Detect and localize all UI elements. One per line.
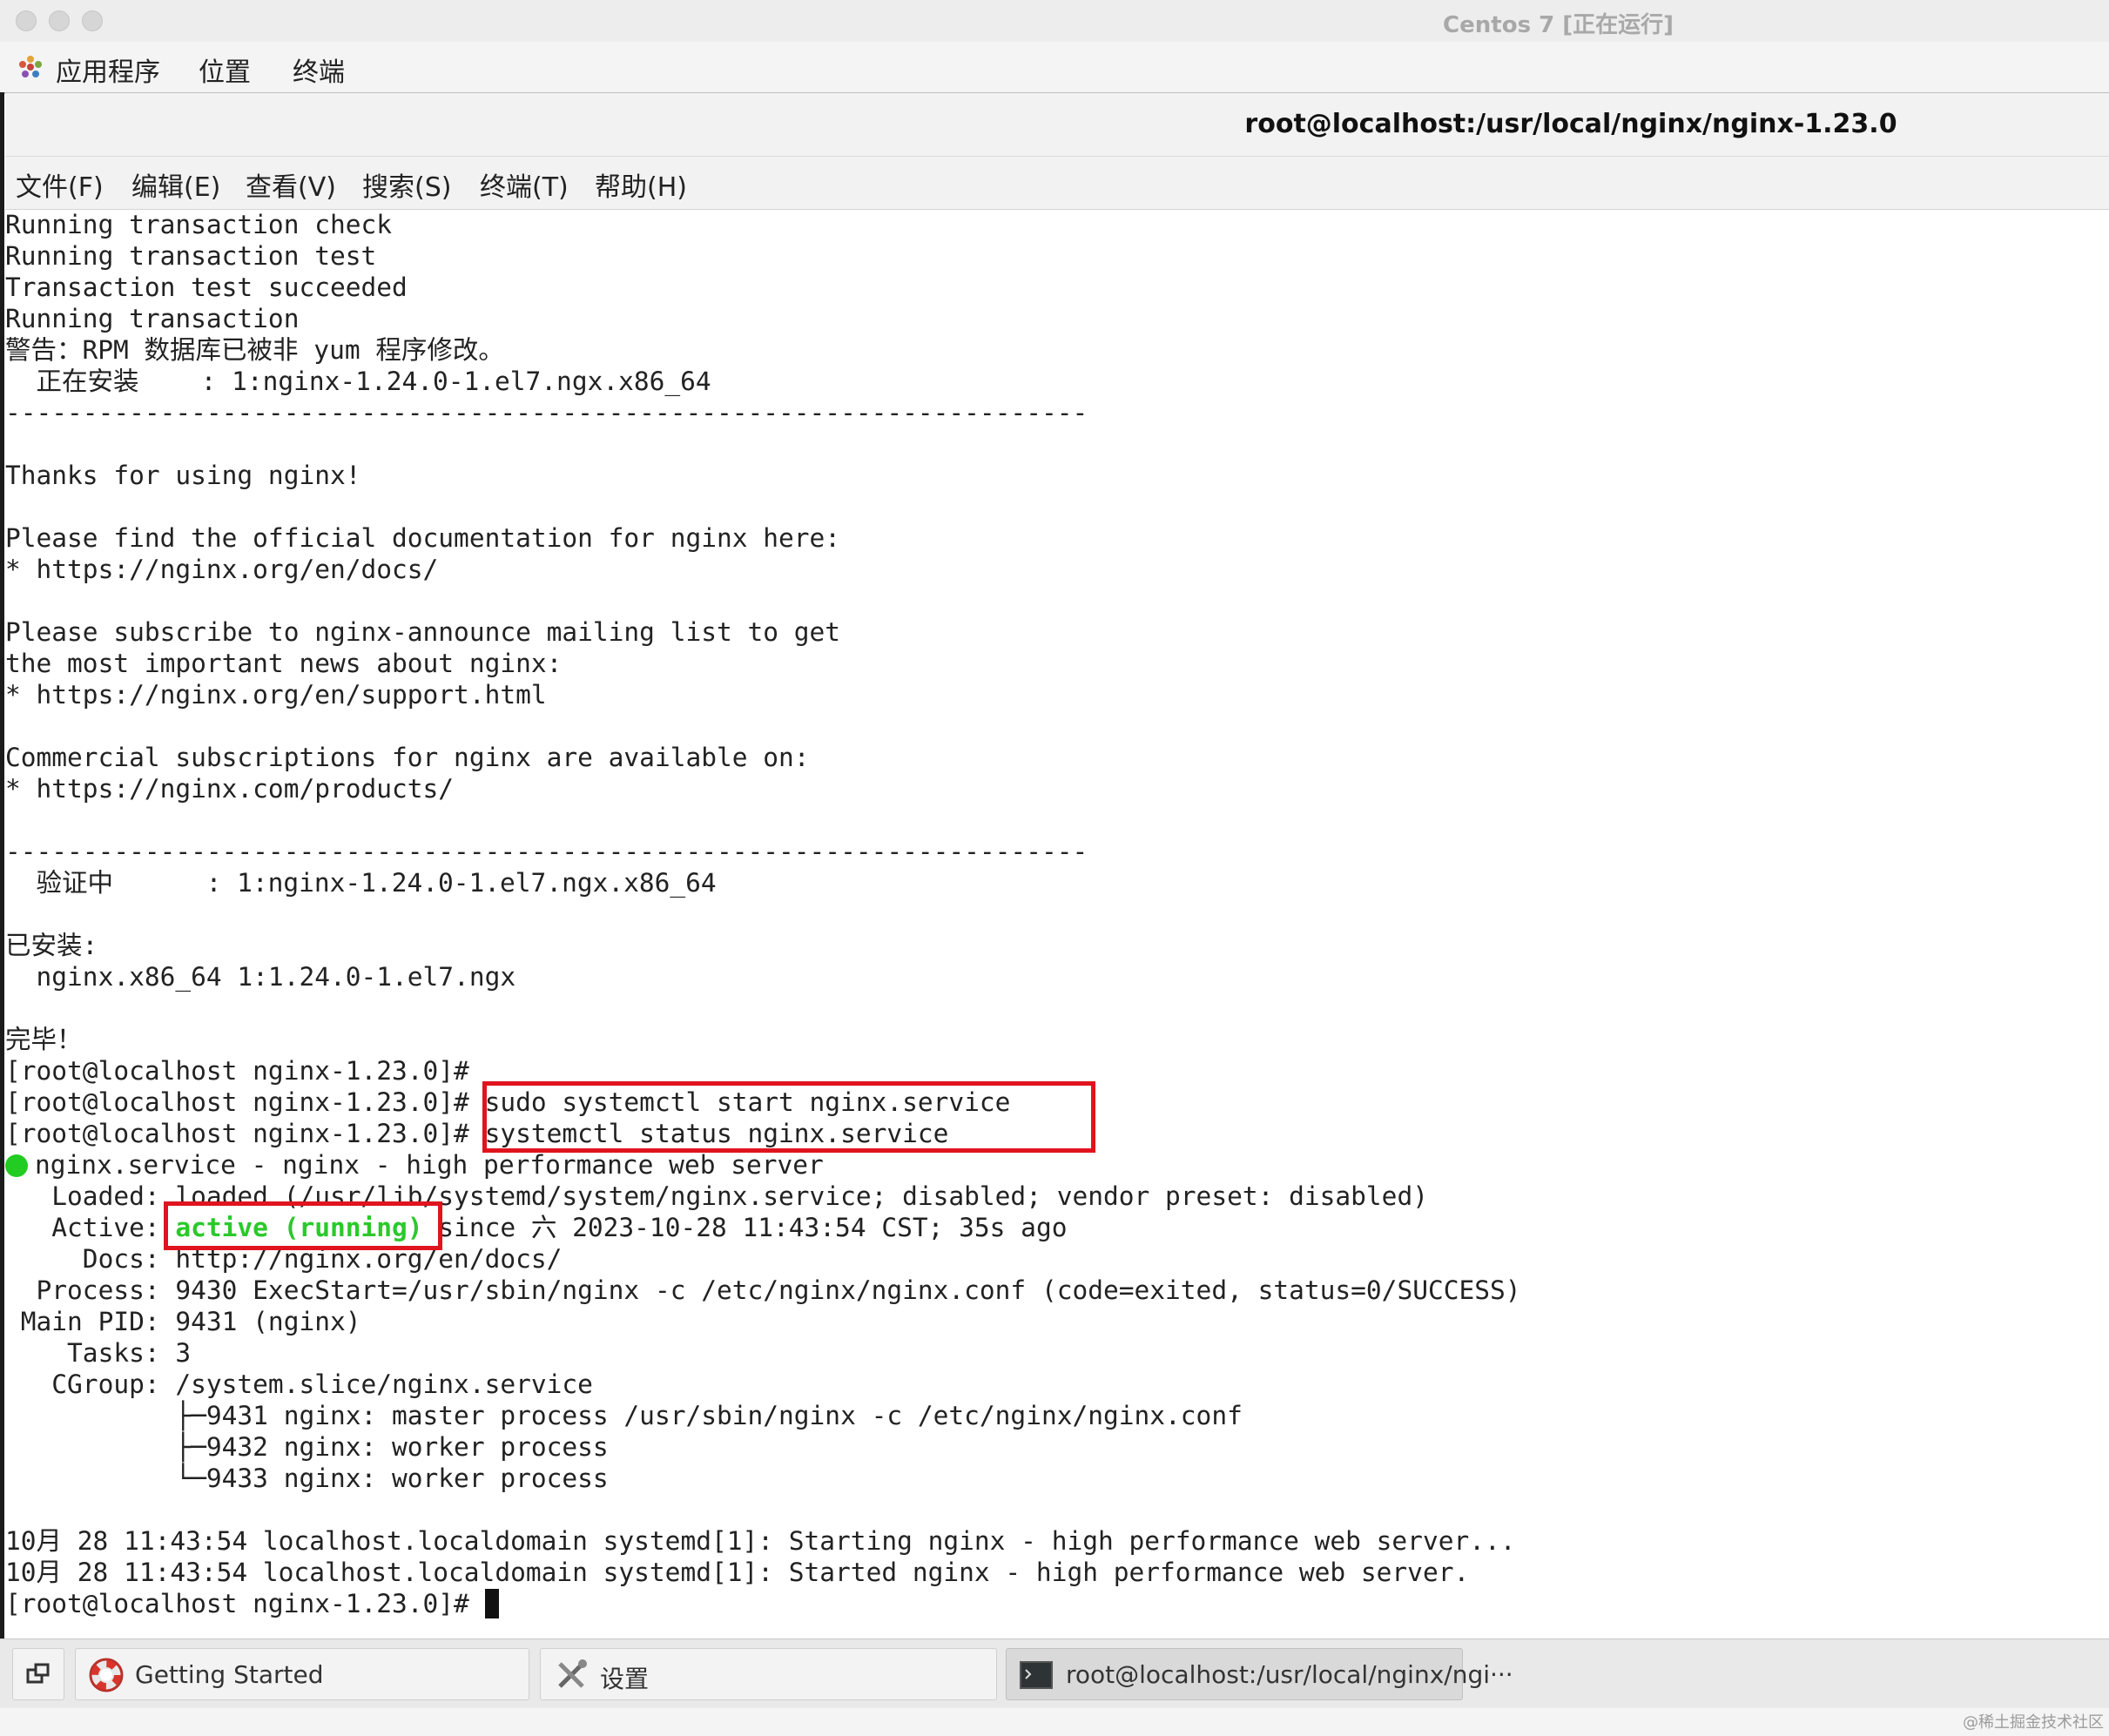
cgroup-line: CGroup: /system.slice/nginx.service	[5, 1369, 593, 1399]
menu-search[interactable]: 搜索(S)	[362, 165, 451, 204]
menu-help[interactable]: 帮助(H)	[595, 165, 687, 204]
terminal-line: Transaction test succeeded	[5, 273, 408, 302]
cgroup-tree-line: ├─9432 nginx: worker process	[5, 1432, 609, 1462]
terminal-app-menu[interactable]: 终端	[293, 50, 345, 89]
terminal-menubar: 文件(F) 编辑(E) 查看(V) 搜索(S) 终端(T) 帮助(H)	[5, 157, 2109, 210]
shell-prompt: [root@localhost nginx-1.23.0]#	[5, 1087, 485, 1117]
taskbar-item-label: Getting Started	[135, 1660, 324, 1689]
menu-edit[interactable]: 编辑(E)	[131, 165, 220, 204]
terminal-line: * https://nginx.org/en/docs/	[5, 555, 439, 584]
shell-prompt: [root@localhost nginx-1.23.0]#	[5, 1119, 485, 1148]
terminal-line: the most important news about nginx:	[5, 649, 563, 678]
cgroup-tree-line: ├─9431 nginx: master process /usr/sbin/n…	[5, 1401, 1243, 1430]
terminal-separator: ----------------------------------------…	[5, 837, 1088, 866]
taskbar-item-label: 设置	[600, 1665, 650, 1693]
terminal-line: [root@localhost nginx-1.23.0]#	[5, 1056, 485, 1086]
main-pid-line: Main PID: 9431 (nginx)	[5, 1307, 361, 1336]
gnome-top-bar: 应用程序 位置 终端	[0, 42, 2109, 94]
vm-window-title: Centos 7 [正在运行]	[1443, 12, 1674, 38]
terminal-line: Thanks for using nginx!	[5, 461, 361, 490]
terminal-separator: ----------------------------------------…	[5, 398, 1088, 427]
journal-line: 10月 28 11:43:54 localhost.localdomain sy…	[5, 1526, 1516, 1556]
vm-window-titlebar[interactable]: Centos 7 [正在运行]	[0, 0, 2109, 43]
terminal-line: nginx.x86_64 1:1.24.0-1.el7.ngx	[5, 962, 516, 992]
terminal-titlebar[interactable]: root@localhost:/usr/local/nginx/nginx-1.…	[5, 93, 2109, 157]
window-left-edge	[0, 92, 4, 1638]
terminal-line: Running transaction	[5, 304, 300, 333]
taskbar-item-settings[interactable]: 设置	[540, 1648, 997, 1700]
terminal-line: Commercial subscriptions for nginx are a…	[5, 743, 810, 772]
text-cursor	[484, 1589, 499, 1618]
lifebuoy-icon	[89, 1658, 124, 1692]
terminal-line: 已安装:	[5, 931, 98, 960]
tools-icon	[558, 1659, 587, 1688]
taskbar: Getting Started 设置 root@localhost:/usr/l…	[0, 1638, 2109, 1709]
terminal-line: * https://nginx.org/en/support.html	[5, 680, 547, 710]
terminal-line: Running transaction check	[5, 210, 393, 239]
terminal-output[interactable]: Running transaction check Running transa…	[5, 209, 2095, 1637]
taskbar-item-getting-started[interactable]: Getting Started	[75, 1648, 529, 1700]
journal-line: 10月 28 11:43:54 localhost.localdomain sy…	[5, 1558, 1470, 1587]
shell-prompt: [root@localhost nginx-1.23.0]#	[5, 1589, 485, 1618]
terminal-command-line: [root@localhost nginx-1.23.0]#	[5, 1588, 499, 1619]
menu-terminal[interactable]: 终端(T)	[480, 165, 569, 204]
terminal-line: Please find the official documentation f…	[5, 523, 841, 553]
commands-highlight-box	[482, 1081, 1095, 1153]
places-menu[interactable]: 位置	[199, 50, 251, 89]
cgroup-tree-line: └─9433 nginx: worker process	[5, 1463, 609, 1493]
menu-view[interactable]: 查看(V)	[246, 165, 336, 204]
taskbar-item-terminal[interactable]: root@localhost:/usr/local/nginx/ngi···	[1006, 1648, 1513, 1700]
tasks-line: Tasks: 3	[5, 1338, 192, 1368]
active-since: since 六 2023-10-28 11:43:54 CST; 35s ago	[422, 1213, 1068, 1242]
gnome-foot-icon	[19, 56, 42, 77]
watermark: @稀土掘金技术社区	[1963, 1713, 2104, 1732]
applications-menu[interactable]: 应用程序	[56, 50, 160, 89]
active-label: Active:	[5, 1213, 176, 1242]
process-line: Process: 9430 ExecStart=/usr/sbin/nginx …	[5, 1275, 1521, 1305]
show-desktop-button[interactable]	[12, 1648, 64, 1700]
terminal-line: 验证中 : 1:nginx-1.24.0-1.el7.ngx.x86_64	[5, 868, 717, 898]
service-header-line: nginx.service - nginx - high performance…	[5, 1149, 824, 1181]
terminal-line: * https://nginx.com/products/	[5, 774, 455, 804]
show-desktop-icon	[26, 1663, 50, 1684]
terminal-line: Please subscribe to nginx-announce maili…	[5, 617, 841, 647]
menu-file[interactable]: 文件(F)	[16, 165, 104, 204]
terminal-icon	[1020, 1661, 1053, 1689]
taskbar-item-label: root@localhost:/usr/local/nginx/ngi···	[1066, 1660, 1513, 1689]
terminal-line: 正在安装 : 1:nginx-1.24.0-1.el7.ngx.x86_64	[5, 367, 711, 396]
terminal-line: 警告：RPM 数据库已被非 yum 程序修改。	[5, 335, 504, 365]
terminal-title: root@localhost:/usr/local/nginx/nginx-1.…	[1244, 109, 1897, 139]
service-header: nginx.service - nginx - high performance…	[35, 1150, 824, 1180]
status-dot-icon	[5, 1154, 28, 1177]
active-running-highlight-box	[164, 1201, 442, 1250]
terminal-line: Running transaction test	[5, 241, 377, 271]
bottom-strip	[0, 1708, 2109, 1736]
terminal-line: 完毕！	[5, 1025, 83, 1054]
